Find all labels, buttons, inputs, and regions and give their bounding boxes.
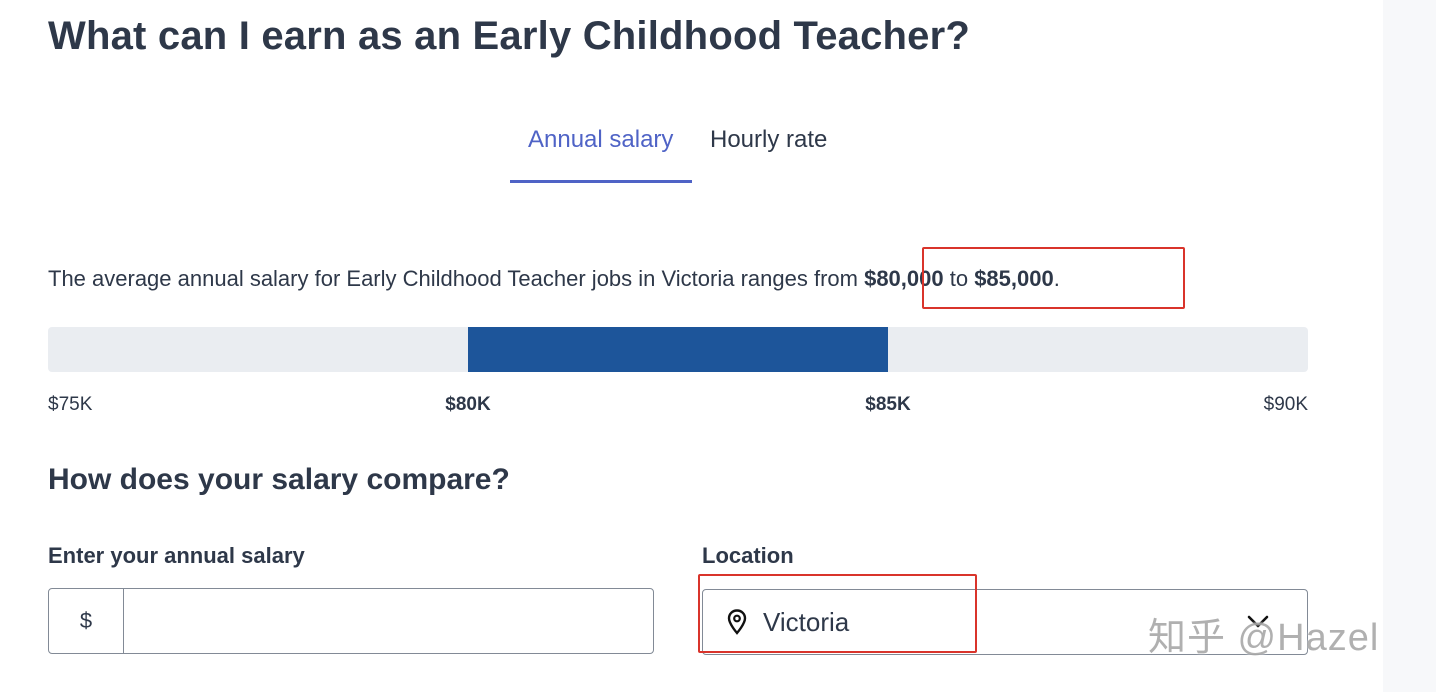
location-field-label: Location [702,543,794,568]
map-pin-icon [727,609,747,635]
summary-high-value: $85,000 [974,266,1054,291]
range-label-low: $80K [445,394,491,415]
salary-summary: The average annual salary for Early Chil… [48,266,1060,292]
page-side-rail [1383,0,1436,692]
salary-range-fill [468,327,888,372]
page-title: What can I earn as an Early Childhood Te… [48,14,971,58]
salary-tabs: Annual salary Hourly rate [510,112,845,184]
tab-hourly-rate[interactable]: Hourly rate [692,112,845,183]
range-label-max: $90K [1263,394,1308,415]
salary-range-track [48,327,1308,372]
salary-input-group: $ [48,588,654,654]
compare-section-title: How does your salary compare? [48,463,510,496]
tab-annual-salary[interactable]: Annual salary [510,112,692,183]
summary-prefix: The average annual salary for Early Chil… [48,266,865,291]
watermark-text: 知乎 @Hazel [1148,617,1380,659]
summary-suffix: . [1053,266,1060,291]
summary-low-value: $80,000 [864,266,944,291]
currency-prefix: $ [49,589,124,653]
range-label-high: $85K [865,394,911,415]
salary-field-label: Enter your annual salary [48,543,305,568]
location-value: Victoria [763,606,850,637]
salary-input[interactable] [124,589,653,653]
range-label-min: $75K [48,394,93,415]
summary-middle: to [943,266,975,291]
